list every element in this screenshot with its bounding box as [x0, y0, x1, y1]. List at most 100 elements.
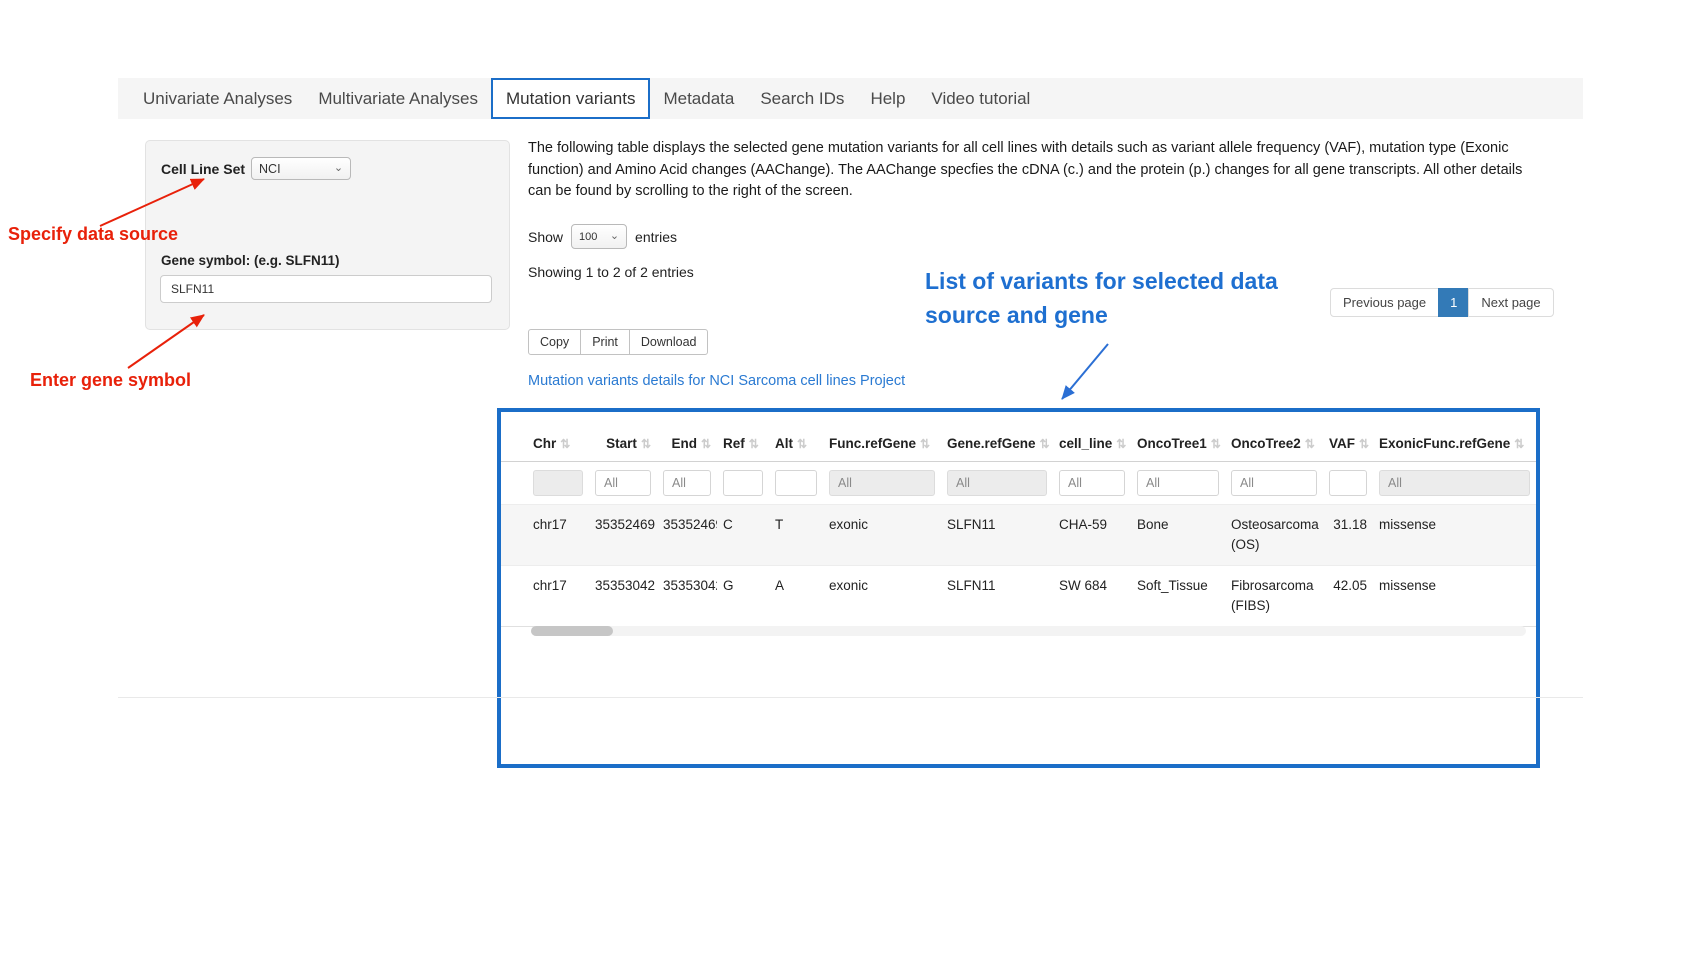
cell-gene-refgene: SLFN11 [941, 505, 1053, 566]
sort-icon[interactable]: ⇅ [1211, 437, 1221, 451]
cell-oncotree2: Osteosarcoma (OS) [1225, 505, 1323, 566]
column-header-oncotree2[interactable]: OncoTree2⇅ [1225, 426, 1323, 462]
filter-cell: All [941, 462, 1053, 505]
chevron-down-icon: ⌄ [610, 231, 619, 242]
column-filter-exonicfunc-refgene[interactable]: All [1379, 470, 1530, 496]
tab-metadata[interactable]: Metadata [650, 78, 747, 119]
tab-video-tutorial[interactable]: Video tutorial [918, 78, 1043, 119]
sort-icon[interactable]: ⇅ [1116, 437, 1126, 451]
cell-line-set-label: Cell Line Set [161, 161, 245, 177]
column-header-chr[interactable]: Chr⇅ [501, 426, 589, 462]
cell-line-set-value: NCI [259, 162, 281, 176]
filter-cell: All [1225, 462, 1323, 505]
cell-exonicfunc-refgene: missense [1373, 505, 1536, 566]
sort-icon[interactable]: ⇅ [1040, 437, 1050, 451]
sort-icon[interactable]: ⇅ [920, 437, 930, 451]
column-label: Start [606, 436, 637, 451]
tab-search-ids[interactable]: Search IDs [747, 78, 857, 119]
table-row-1[interactable]: chr173535246935352469CTexonicSLFN11CHA-5… [501, 505, 1536, 566]
next-page-button[interactable]: Next page [1468, 288, 1553, 317]
previous-page-button[interactable]: Previous page [1330, 288, 1439, 317]
sort-icon[interactable]: ⇅ [797, 437, 807, 451]
cell-func-refgene: exonic [823, 505, 941, 566]
tab-help[interactable]: Help [857, 78, 918, 119]
cell-func-refgene: exonic [823, 566, 941, 627]
cell-line-set-select[interactable]: NCI ⌄ [251, 157, 351, 180]
annotation-specify-data-source: Specify data source [8, 224, 178, 245]
column-filter-end[interactable]: All [663, 470, 711, 496]
column-filter-alt[interactable] [775, 470, 817, 496]
tab-multivariate-analyses[interactable]: Multivariate Analyses [305, 78, 491, 119]
filter-cell: All [589, 462, 657, 505]
page-number-1-button[interactable]: 1 [1438, 288, 1469, 317]
sort-icon[interactable]: ⇅ [701, 437, 711, 451]
column-filter-vaf[interactable] [1329, 470, 1367, 496]
column-header-func-refgene[interactable]: Func.refGene⇅ [823, 426, 941, 462]
table-caption-link[interactable]: Mutation variants details for NCI Sarcom… [528, 373, 905, 389]
column-header-gene-refgene[interactable]: Gene.refGene⇅ [941, 426, 1053, 462]
column-label: Alt [775, 436, 793, 451]
filter-cell: All [1373, 462, 1536, 505]
table-description-text: The following table displays the selecte… [528, 138, 1523, 203]
column-filter-ref[interactable] [723, 470, 763, 496]
column-filter-gene-refgene[interactable]: All [947, 470, 1047, 496]
arrow-to-variants-table [1062, 344, 1108, 399]
tab-mutation-variants[interactable]: Mutation variants [491, 78, 650, 119]
sort-icon[interactable]: ⇅ [749, 437, 759, 451]
column-header-alt[interactable]: Alt ⇅ [769, 426, 823, 462]
cell-end: 35353042 [657, 566, 717, 627]
column-filter-cell-line[interactable]: All [1059, 470, 1125, 496]
column-header-oncotree1[interactable]: OncoTree1⇅ [1131, 426, 1225, 462]
cell-alt: T [769, 505, 823, 566]
cell-ref: G [717, 566, 769, 627]
cell-chr: chr17 [501, 566, 589, 627]
column-filter-start[interactable]: All [595, 470, 651, 496]
cell-vaf: 42.05 [1323, 566, 1373, 627]
column-header-exonicfunc-refgene[interactable]: ExonicFunc.refGene⇅ [1373, 426, 1536, 462]
cell-oncotree1: Soft_Tissue [1131, 566, 1225, 627]
column-header-start[interactable]: Start ⇅ [589, 426, 657, 462]
cell-cell-line: CHA-59 [1053, 505, 1131, 566]
page-divider-line [118, 697, 1583, 698]
entries-length-select[interactable]: 100 ⌄ [571, 224, 627, 249]
table-row-2[interactable]: chr173535304235353042GAexonicSLFN11SW 68… [501, 566, 1536, 627]
cell-line-set-row: Cell Line Set NCI ⌄ [161, 157, 351, 180]
column-filter-oncotree2[interactable]: All [1231, 470, 1317, 496]
column-label: cell_line [1059, 436, 1112, 451]
cell-start: 35352469 [589, 505, 657, 566]
sort-icon[interactable]: ⇅ [560, 437, 570, 451]
print-button[interactable]: Print [580, 329, 630, 355]
sort-icon[interactable]: ⇅ [1514, 437, 1524, 451]
sort-icon[interactable]: ⇅ [1305, 437, 1315, 451]
column-header-ref[interactable]: Ref ⇅ [717, 426, 769, 462]
cell-exonicfunc-refgene: missense [1373, 566, 1536, 627]
cell-start: 35353042 [589, 566, 657, 627]
entries-length-value: 100 [579, 231, 597, 243]
tab-univariate-analyses[interactable]: Univariate Analyses [130, 78, 305, 119]
copy-button[interactable]: Copy [528, 329, 581, 355]
download-button[interactable]: Download [629, 329, 709, 355]
sort-icon[interactable]: ⇅ [641, 437, 651, 451]
table-header-row: Chr⇅Start⇅End⇅Ref⇅Alt⇅Func.refGene⇅Gene.… [501, 426, 1536, 462]
column-header-end[interactable]: End⇅ [657, 426, 717, 462]
filter-cell: All [1053, 462, 1131, 505]
table-filter-row: All All All All All All All All [501, 462, 1536, 505]
column-filter-oncotree1[interactable]: All [1137, 470, 1219, 496]
chevron-down-icon: ⌄ [334, 163, 343, 174]
variants-table-container: Chr⇅Start⇅End⇅Ref⇅Alt⇅Func.refGene⇅Gene.… [497, 408, 1540, 768]
filter-cell: All [823, 462, 941, 505]
cell-alt: A [769, 566, 823, 627]
column-header-cell-line[interactable]: cell_line ⇅ [1053, 426, 1131, 462]
column-label: Ref [723, 436, 745, 451]
column-filter-chr[interactable] [533, 470, 583, 496]
top-navigation: Univariate Analyses Multivariate Analyse… [118, 78, 1583, 119]
sort-icon[interactable]: ⇅ [1359, 437, 1369, 451]
horizontal-scrollbar-thumb[interactable] [531, 626, 613, 636]
column-filter-func-refgene[interactable]: All [829, 470, 935, 496]
horizontal-scrollbar-track[interactable] [531, 626, 1526, 636]
cell-oncotree2: Fibrosarcoma (FIBS) [1225, 566, 1323, 627]
cell-oncotree1: Bone [1131, 505, 1225, 566]
filter-cell [1323, 462, 1373, 505]
column-header-vaf[interactable]: VAF⇅ [1323, 426, 1373, 462]
gene-symbol-input[interactable] [160, 275, 492, 303]
